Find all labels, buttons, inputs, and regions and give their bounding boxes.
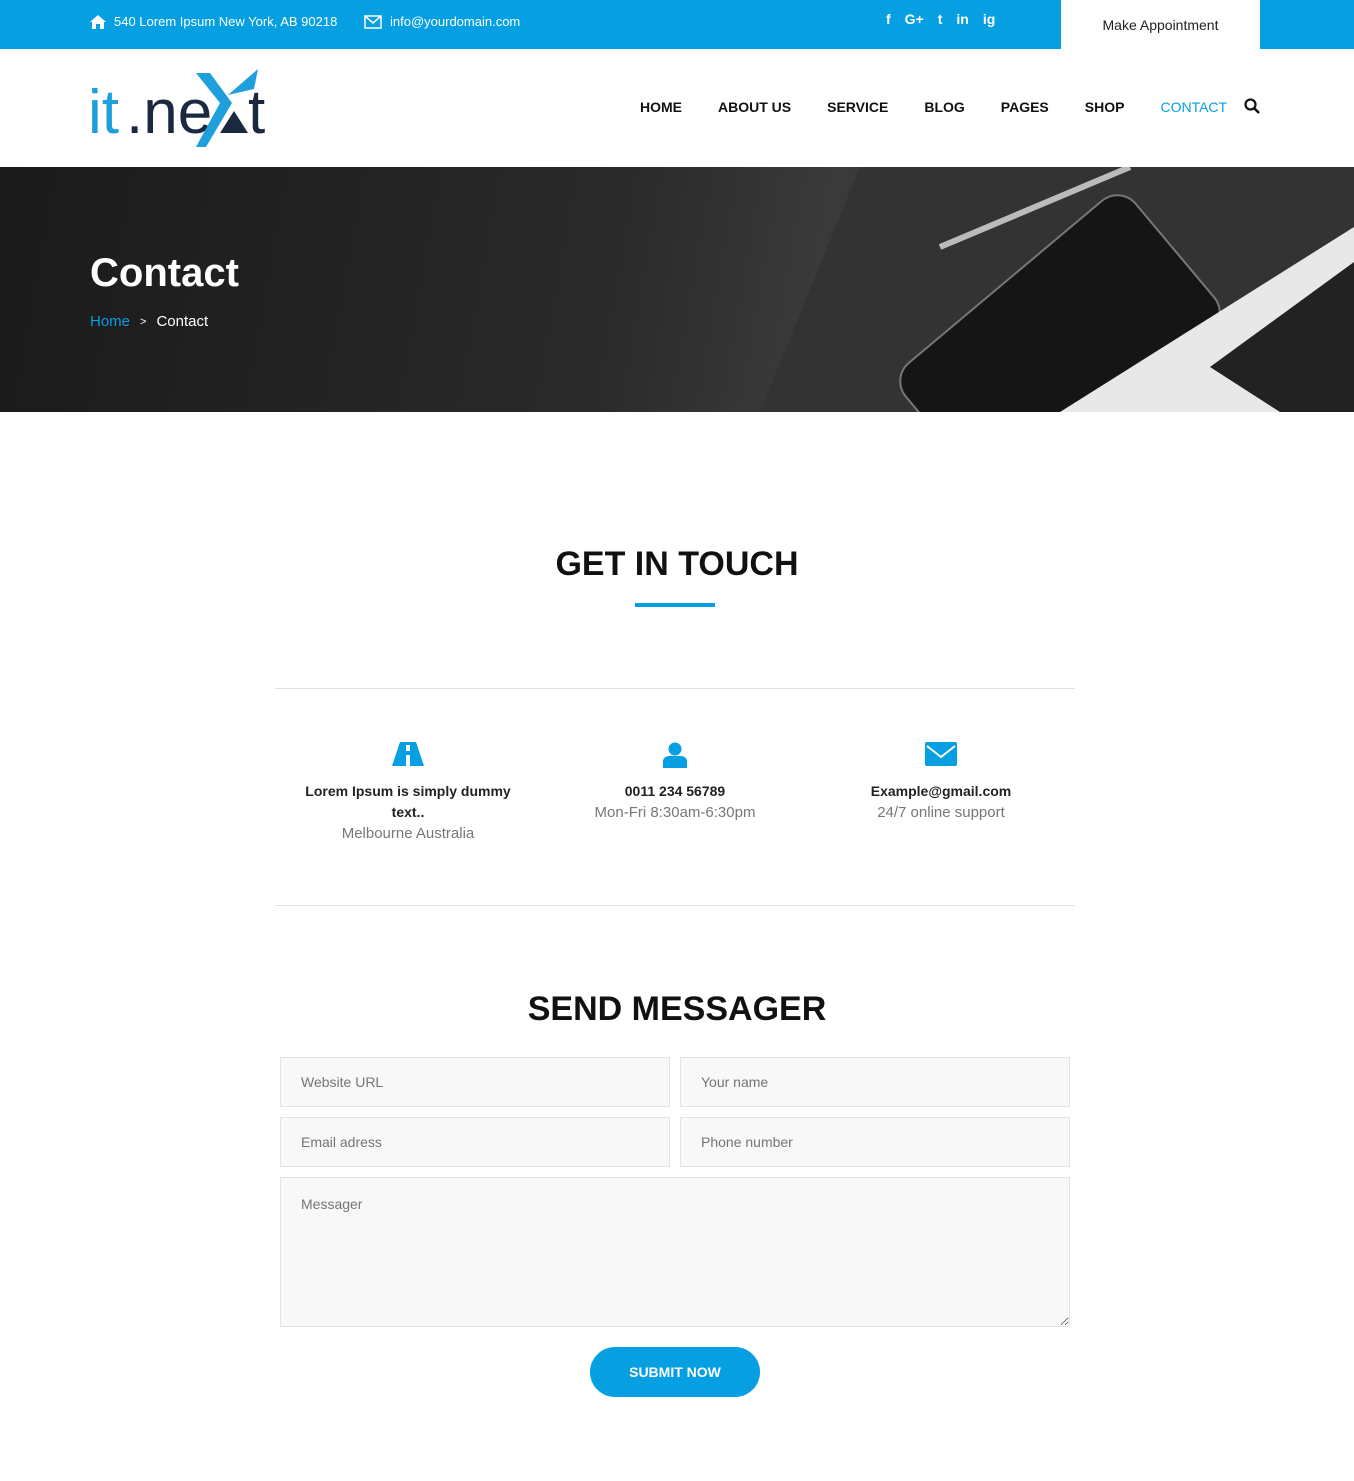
nav-home[interactable]: HOME (640, 99, 682, 115)
breadcrumb-home[interactable]: Home (90, 313, 130, 330)
logo[interactable]: it .ne t (88, 67, 283, 149)
linkedin-icon[interactable]: in (956, 11, 968, 27)
info-email: Example@gmail.com 24/7 online support (821, 742, 1061, 823)
info-address: Lorem Ipsum is simply dummy text.. Melbo… (288, 742, 528, 844)
page-title: Contact (90, 251, 239, 295)
phone-input[interactable] (680, 1117, 1070, 1167)
send-message-title: SEND MESSAGER (527, 990, 827, 1028)
divider (275, 905, 1075, 906)
top-email[interactable]: info@yourdomain.com (364, 14, 520, 29)
nav-about-us[interactable]: ABOUT US (718, 99, 791, 115)
search-icon[interactable] (1244, 98, 1260, 114)
nav-service[interactable]: SERVICE (827, 99, 888, 115)
svg-text:t: t (248, 78, 265, 147)
social-links: f G+ t in ig (886, 11, 995, 27)
message-textarea[interactable] (280, 1177, 1070, 1327)
nav-blog[interactable]: BLOG (924, 99, 964, 115)
address: 540 Lorem Ipsum New York, AB 90218 (90, 14, 337, 29)
nav-contact[interactable]: CONTACT (1160, 99, 1227, 115)
info-phone: 0011 234 56789 Mon-Fri 8:30am-6:30pm (555, 742, 795, 823)
name-input[interactable] (680, 1057, 1070, 1107)
breadcrumb-separator: > (140, 315, 147, 328)
envelope-icon (364, 14, 382, 29)
main-nav: HOME ABOUT US SERVICE BLOG PAGES SHOP CO… (640, 99, 1227, 115)
home-icon (90, 14, 106, 29)
nav-shop[interactable]: SHOP (1085, 99, 1125, 115)
breadcrumb: Home > Contact (90, 313, 208, 330)
email-input[interactable] (280, 1117, 670, 1167)
make-appointment-button[interactable]: Make Appointment (1061, 0, 1260, 49)
road-icon (392, 742, 424, 766)
svg-text:it: it (88, 78, 119, 147)
title-underline (635, 603, 715, 607)
website-url-input[interactable] (280, 1057, 670, 1107)
top-bar: 540 Lorem Ipsum New York, AB 90218 info@… (0, 0, 1354, 49)
facebook-icon[interactable]: f (886, 11, 891, 27)
twitter-icon[interactable]: t (938, 11, 943, 27)
get-in-touch-title: GET IN TOUCH (555, 545, 799, 583)
breadcrumb-current: Contact (156, 313, 209, 330)
page-banner: Contact Home > Contact (0, 167, 1354, 412)
svg-text:.ne: .ne (126, 78, 212, 147)
header: it .ne t HOME ABOUT US SERVICE BLOG PAGE… (0, 49, 1354, 167)
google-plus-icon[interactable]: G+ (905, 11, 924, 27)
submit-button[interactable]: SUBMIT NOW (590, 1347, 760, 1397)
divider (275, 688, 1075, 689)
instagram-icon[interactable]: ig (983, 11, 995, 27)
nav-pages[interactable]: PAGES (1001, 99, 1049, 115)
user-icon (663, 742, 687, 768)
envelope-icon (925, 742, 957, 766)
